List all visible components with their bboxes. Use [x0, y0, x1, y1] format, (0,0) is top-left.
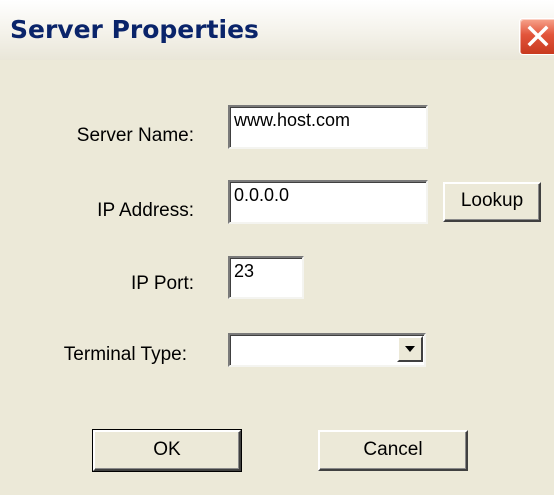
- close-icon: [527, 25, 549, 47]
- cancel-button[interactable]: Cancel: [318, 430, 468, 471]
- ip-address-label: IP Address:: [97, 200, 194, 221]
- server-properties-dialog: Server Properties Server Name: www.host.…: [0, 0, 554, 495]
- lookup-button[interactable]: Lookup: [443, 182, 541, 222]
- window-title: Server Properties: [10, 15, 259, 44]
- ip-port-field[interactable]: 23: [228, 256, 304, 299]
- ok-button[interactable]: OK: [92, 429, 242, 472]
- title-bar[interactable]: Server Properties: [0, 0, 554, 60]
- ip-port-label: IP Port:: [130, 273, 194, 294]
- close-button[interactable]: [519, 18, 554, 55]
- ip-address-field[interactable]: 0.0.0.0: [228, 180, 428, 224]
- terminal-type-select[interactable]: [228, 333, 426, 367]
- terminal-type-label: Terminal Type:: [63, 344, 187, 365]
- terminal-type-dropdown-button[interactable]: [397, 336, 423, 362]
- server-name-label: Server Name:: [76, 125, 194, 146]
- chevron-down-icon: [405, 346, 415, 352]
- server-name-field[interactable]: www.host.com: [228, 105, 428, 149]
